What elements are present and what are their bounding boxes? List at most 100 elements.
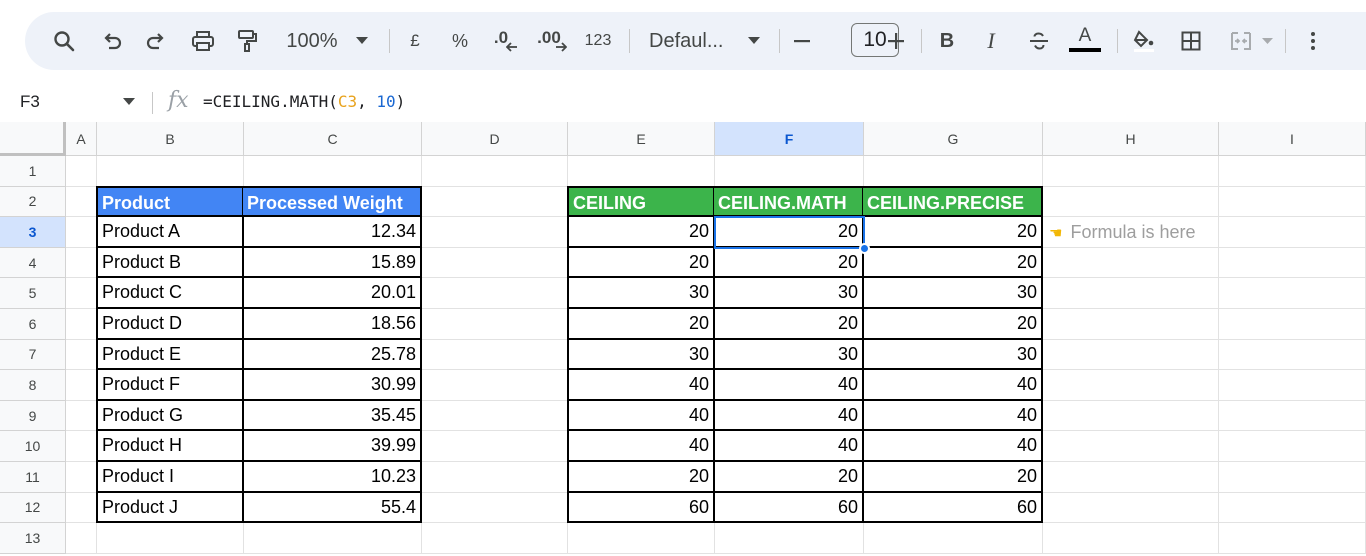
cell[interactable] (66, 523, 97, 554)
column-header-c[interactable]: C (244, 122, 422, 156)
ceiling-precise-cell[interactable]: 60 (863, 491, 1043, 524)
cell[interactable] (66, 339, 97, 371)
cell[interactable] (422, 309, 568, 340)
column-header-a[interactable]: A (66, 122, 97, 156)
italic-button[interactable]: I (979, 12, 1003, 70)
cell[interactable] (568, 156, 715, 187)
cell[interactable] (1219, 156, 1366, 187)
cell[interactable] (1043, 186, 1219, 218)
column-header-f[interactable]: F (715, 122, 864, 156)
cell[interactable] (1043, 431, 1219, 462)
ceiling-math-cell[interactable]: 40 (714, 430, 864, 462)
ceiling-cell[interactable]: 40 (567, 399, 715, 432)
row-header-12[interactable]: 12 (0, 492, 66, 524)
cell[interactable] (864, 523, 1043, 554)
decrease-font-size-icon[interactable] (791, 12, 813, 70)
name-box-dropdown-icon[interactable] (123, 98, 135, 105)
column-header-g[interactable]: G (864, 122, 1043, 156)
cell[interactable] (1219, 309, 1366, 340)
product-cell[interactable]: Product A (96, 216, 244, 248)
cell[interactable] (422, 186, 568, 218)
cell[interactable] (97, 523, 244, 554)
cell[interactable] (1219, 523, 1366, 554)
weight-cell[interactable]: 30.99 (243, 369, 422, 401)
row-header-9[interactable]: 9 (0, 400, 66, 432)
fill-handle[interactable] (859, 242, 870, 254)
ceiling-precise-cell[interactable]: 30 (863, 338, 1043, 371)
font-family-select[interactable]: Defaul... (649, 12, 733, 70)
row-header-6[interactable]: 6 (0, 309, 66, 340)
ceiling-precise-cell[interactable]: 20 (863, 461, 1043, 493)
increase-font-size-icon[interactable] (885, 12, 907, 70)
currency-format-button[interactable]: £ (405, 12, 425, 70)
ceiling-precise-cell[interactable]: 20 (863, 308, 1043, 340)
product-cell[interactable]: Product F (96, 369, 244, 401)
ceiling-cell[interactable]: 20 (567, 246, 715, 279)
cell[interactable] (715, 156, 864, 187)
product-cell[interactable]: Product C (96, 277, 244, 309)
column-header-d[interactable]: D (422, 122, 568, 156)
increase-decimal-button[interactable]: .00 (535, 12, 575, 70)
ceiling-cell[interactable]: 20 (567, 308, 715, 340)
cell[interactable] (66, 309, 97, 340)
cell[interactable] (66, 156, 97, 187)
cell[interactable] (66, 247, 97, 279)
cell[interactable] (66, 431, 97, 462)
right-table-header[interactable]: CEILING.MATH (714, 185, 864, 218)
cell[interactable] (422, 278, 568, 309)
row-header-4[interactable]: 4 (0, 247, 66, 279)
column-header-i[interactable]: I (1219, 122, 1366, 156)
ceiling-math-cell[interactable]: 40 (714, 369, 864, 401)
cell[interactable] (422, 217, 568, 248)
cell[interactable] (1043, 492, 1219, 524)
left-table-header[interactable]: Processed Weight (243, 185, 422, 218)
cell[interactable] (1219, 370, 1366, 401)
row-header-13[interactable]: 13 (0, 523, 66, 554)
cell[interactable] (1219, 462, 1366, 493)
zoom-select[interactable]: 100% (279, 12, 345, 70)
cell[interactable] (1043, 370, 1219, 401)
ceiling-math-cell[interactable]: 20 (714, 308, 864, 340)
row-header-5[interactable]: 5 (0, 278, 66, 309)
cell[interactable] (1043, 339, 1219, 371)
product-cell[interactable]: Product H (96, 430, 244, 462)
search-icon[interactable] (51, 12, 77, 70)
cell[interactable] (1219, 339, 1366, 371)
cell[interactable] (1219, 278, 1366, 309)
cell[interactable] (422, 370, 568, 401)
more-options-icon[interactable] (1303, 12, 1323, 70)
ceiling-precise-cell[interactable]: 40 (863, 369, 1043, 401)
ceiling-precise-cell[interactable]: 30 (863, 277, 1043, 309)
cell[interactable] (66, 186, 97, 218)
more-formats-button[interactable]: 123 (581, 12, 615, 70)
ceiling-cell[interactable]: 60 (567, 491, 715, 524)
right-table-header[interactable]: CEILING.PRECISE (863, 185, 1043, 218)
ceiling-cell[interactable]: 40 (567, 430, 715, 462)
column-header-h[interactable]: H (1043, 122, 1219, 156)
row-header-11[interactable]: 11 (0, 462, 66, 493)
percent-format-button[interactable]: % (447, 12, 473, 70)
cell[interactable] (422, 492, 568, 524)
cell[interactable] (568, 523, 715, 554)
cell[interactable] (422, 431, 568, 462)
cell[interactable] (422, 339, 568, 371)
cell[interactable] (1043, 156, 1219, 187)
row-header-1[interactable]: 1 (0, 156, 66, 187)
product-cell[interactable]: Product B (96, 246, 244, 279)
weight-cell[interactable]: 18.56 (243, 308, 422, 340)
undo-icon[interactable] (99, 12, 125, 70)
zoom-dropdown-icon[interactable] (353, 12, 371, 70)
cell[interactable] (66, 492, 97, 524)
cell[interactable] (1043, 462, 1219, 493)
redo-icon[interactable] (143, 12, 169, 70)
cell[interactable] (1043, 523, 1219, 554)
cell[interactable] (66, 217, 97, 248)
cell[interactable] (1043, 278, 1219, 309)
font-dropdown-icon[interactable] (745, 12, 763, 70)
ceiling-cell[interactable]: 20 (567, 216, 715, 248)
product-cell[interactable]: Product D (96, 308, 244, 340)
ceiling-precise-cell[interactable]: 20 (863, 216, 1043, 248)
strikethrough-icon[interactable] (1025, 12, 1053, 70)
ceiling-math-cell[interactable]: 30 (714, 338, 864, 371)
product-cell[interactable]: Product J (96, 491, 244, 524)
